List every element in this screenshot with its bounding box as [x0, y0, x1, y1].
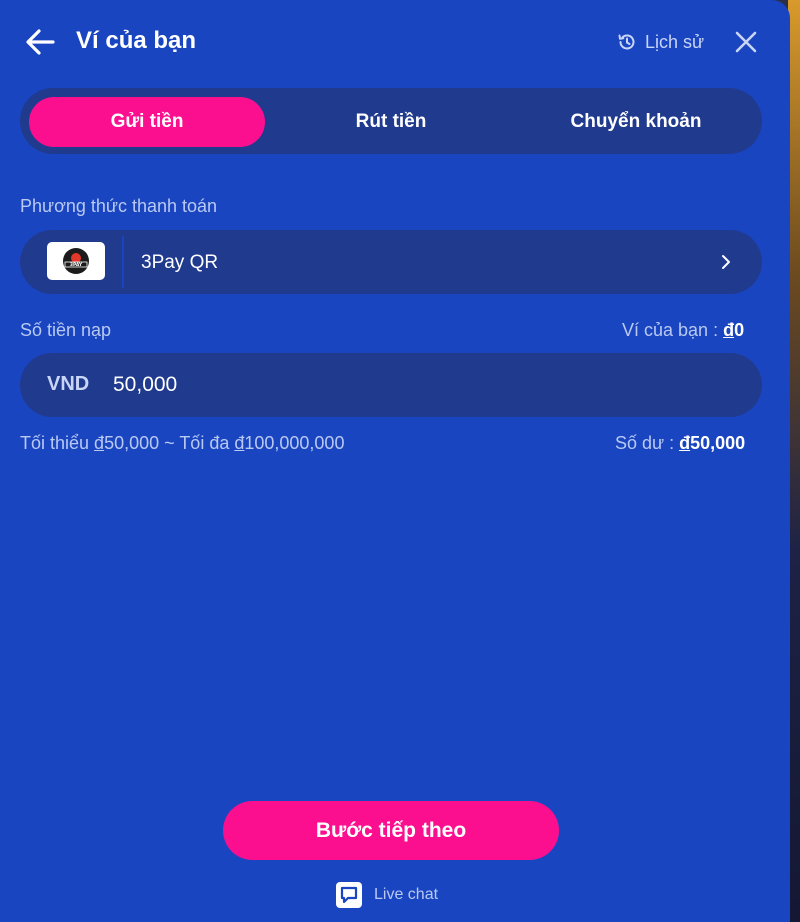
wallet-tabs: Gửi tiền Rút tiền Chuyển khoản [20, 88, 762, 154]
close-icon [735, 31, 757, 53]
header: Ví của bạn Lịch sử [0, 0, 790, 84]
back-button[interactable] [24, 26, 56, 58]
amount-limits: Tối thiểu đ50,000 ~ Tối đa đ100,000,000 [20, 433, 344, 454]
page-title: Ví của bạn [76, 27, 197, 54]
live-chat-button[interactable]: Live chat [336, 881, 438, 909]
balance-summary: Số dư : đ50,000 [615, 433, 745, 454]
wallet-panel: Ví của bạn Lịch sử Gửi tiền Rút tiền Chu… [0, 0, 790, 922]
max-currency: đ [234, 433, 245, 453]
wallet-currency: đ [723, 320, 735, 340]
limit-min-value: 50,000 [104, 433, 160, 453]
balance-value: 50,000 [690, 433, 746, 453]
payment-method-label: Phương thức thanh toán [20, 196, 218, 216]
history-button[interactable]: Lịch sử [617, 30, 704, 54]
history-icon [618, 34, 635, 50]
tab-transfer[interactable]: Chuyển khoản [518, 97, 754, 147]
payment-method-selector[interactable]: 3PAY 3Pay QR [20, 230, 762, 294]
limit-separator: ~ Tối đa [159, 433, 235, 453]
tab-withdraw[interactable]: Rút tiền [273, 97, 509, 147]
3pay-logo: 3PAY [47, 242, 105, 280]
limit-min-prefix: Tối thiểu [20, 433, 95, 453]
limit-max-value: 100,000,000 [244, 433, 345, 453]
amount-field: VND [20, 353, 762, 417]
wallet-balance-value: 0 [734, 320, 745, 340]
next-step-button[interactable]: Bước tiếp theo [223, 801, 559, 860]
method-divider [122, 236, 124, 288]
wallet-balance-label: Ví của bạn : [622, 320, 719, 340]
arrow-left-icon [26, 29, 55, 55]
chat-icon [336, 882, 362, 908]
chevron-right-icon [718, 252, 734, 272]
balance-currency: đ [679, 433, 691, 453]
wallet-balance: Ví của bạn : đ0 [622, 320, 744, 341]
history-label: Lịch sử [645, 31, 705, 52]
balance-label: Số dư : [615, 433, 675, 453]
close-button[interactable] [734, 30, 758, 54]
amount-input[interactable] [113, 367, 713, 403]
payment-method-name: 3Pay QR [141, 252, 219, 273]
min-currency: đ [94, 433, 105, 453]
live-chat-label: Live chat [374, 886, 439, 903]
deposit-amount-label: Số tiền nạp [20, 320, 112, 340]
tab-deposit[interactable]: Gửi tiền [29, 97, 265, 147]
currency-label: VND [47, 373, 90, 395]
svg-text:3PAY: 3PAY [70, 262, 83, 268]
